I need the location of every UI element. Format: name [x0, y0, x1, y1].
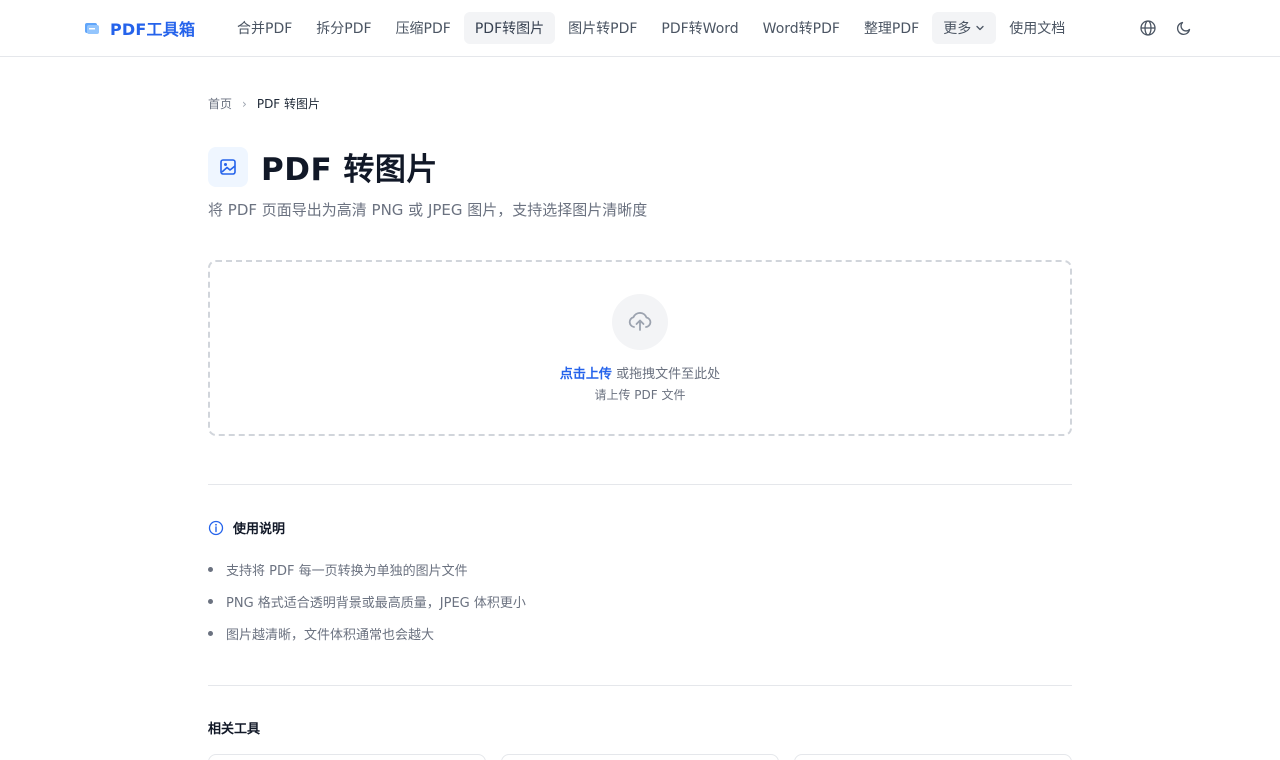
- drag-hint-text: 或拖拽文件至此处: [611, 367, 721, 382]
- section-divider: [208, 685, 1072, 686]
- list-item: 图片越清晰，文件体积通常也会越大: [208, 617, 526, 649]
- list-item: PNG 格式适合透明背景或最高质量，JPEG 体积更小: [208, 585, 526, 617]
- dropzone-file-hint: 请上传 PDF 文件: [594, 388, 686, 402]
- upload-dropzone[interactable]: 点击上传 或拖拽文件至此处 请上传 PDF 文件: [208, 260, 1072, 436]
- moon-icon: [1176, 21, 1191, 36]
- usage-item-text: 支持将 PDF 每一页转换为单独的图片文件: [226, 563, 468, 579]
- nav-item-word-to-pdf[interactable]: Word转PDF: [752, 12, 851, 44]
- page-header: PDF 转图片: [208, 144, 438, 189]
- top-navbar: PDF工具箱 合并PDF 拆分PDF 压缩PDF PDF转图片 图片转PDF P…: [0, 0, 1280, 57]
- breadcrumb-home[interactable]: 首页: [208, 95, 232, 112]
- info-icon: [208, 520, 224, 535]
- nav-more-label: 更多: [943, 21, 972, 37]
- nav-item-merge-pdf[interactable]: 合并PDF: [226, 12, 303, 44]
- bullet-dot: [208, 598, 213, 604]
- dropzone-main-text: 点击上传 或拖拽文件至此处: [210, 363, 1070, 382]
- usage-title: 使用说明: [233, 522, 286, 537]
- section-divider: [208, 484, 1072, 485]
- related-tool-card[interactable]: [208, 754, 486, 760]
- nav-item-organize-pdf[interactable]: 整理PDF: [853, 12, 930, 44]
- nav-item-image-to-pdf[interactable]: 图片转PDF: [557, 12, 648, 44]
- nav-item-pdf-to-image[interactable]: PDF转图片: [463, 12, 556, 44]
- cloud-upload-icon: [628, 312, 652, 331]
- usage-item-text: 图片越清晰，文件体积通常也会越大: [226, 627, 435, 643]
- page-subtitle: 将 PDF 页面导出为高清 PNG 或 JPEG 图片，支持选择图片清晰度: [208, 201, 648, 219]
- usage-item-text: PNG 格式适合透明背景或最高质量，JPEG 体积更小: [226, 595, 526, 611]
- logo-text: PDF工具箱: [110, 20, 196, 39]
- click-upload-link[interactable]: 点击上传: [560, 367, 612, 382]
- language-button[interactable]: [1138, 18, 1158, 38]
- logo-icon: [85, 23, 99, 34]
- breadcrumb-current: PDF 转图片: [256, 97, 321, 111]
- nav-item-more-dropdown[interactable]: 更多: [932, 12, 997, 44]
- title-badge: [208, 146, 248, 187]
- nav-item-docs[interactable]: 使用文档: [998, 12, 1076, 44]
- usage-header: 使用说明: [208, 518, 285, 537]
- upload-icon-circle: [612, 294, 668, 350]
- related-tool-card[interactable]: [501, 754, 779, 760]
- related-tool-card[interactable]: [794, 754, 1072, 760]
- chevron-down-icon: [976, 25, 984, 31]
- main-nav: 合并PDF 拆分PDF 压缩PDF PDF转图片 图片转PDF PDF转Word…: [226, 12, 1076, 44]
- breadcrumb-separator: ›: [242, 96, 247, 111]
- bullet-dot: [208, 630, 213, 636]
- breadcrumb: 首页 › PDF 转图片: [208, 95, 320, 112]
- globe-icon: [1140, 20, 1156, 36]
- logo-link[interactable]: PDF工具箱: [84, 16, 195, 40]
- theme-toggle-button[interactable]: [1174, 18, 1194, 38]
- related-tools-title: 相关工具: [208, 722, 261, 737]
- bullet-dot: [208, 566, 213, 572]
- page-title: PDF 转图片: [261, 152, 438, 188]
- nav-item-compress-pdf[interactable]: 压缩PDF: [385, 12, 462, 44]
- image-icon: [220, 158, 236, 175]
- usage-list: 支持将 PDF 每一页转换为单独的图片文件 PNG 格式适合透明背景或最高质量，…: [208, 553, 526, 649]
- nav-item-split-pdf[interactable]: 拆分PDF: [305, 12, 382, 44]
- list-item: 支持将 PDF 每一页转换为单独的图片文件: [208, 553, 526, 585]
- nav-item-pdf-to-word[interactable]: PDF转Word: [650, 12, 749, 44]
